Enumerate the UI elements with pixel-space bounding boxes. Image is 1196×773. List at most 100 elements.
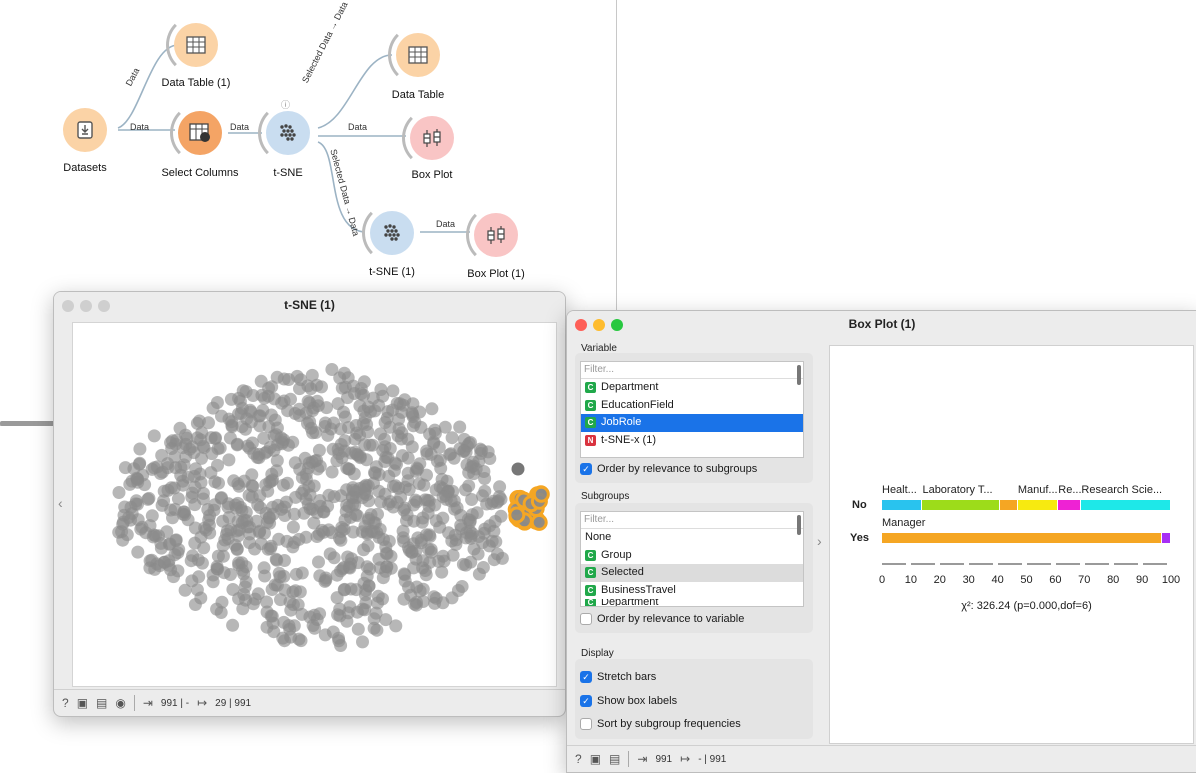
scatter-point[interactable]	[374, 383, 388, 396]
scatter-point[interactable]	[203, 509, 217, 523]
scatter-point[interactable]	[278, 554, 291, 567]
scrollbar[interactable]	[797, 515, 801, 535]
scatter-point[interactable]	[436, 549, 450, 563]
scatter-point[interactable]	[360, 453, 373, 467]
order-by-relevance-subgroups-checkbox[interactable]: ✓ Order by relevance to subgroups	[580, 463, 757, 475]
scatter-point[interactable]	[398, 393, 412, 407]
scatter-point[interactable]	[472, 567, 486, 581]
scatter-point[interactable]	[194, 530, 208, 544]
scatter-point[interactable]	[206, 401, 220, 415]
scatter-point[interactable]	[338, 410, 352, 424]
scatter-point[interactable]	[194, 591, 208, 605]
scatter-point[interactable]	[494, 509, 508, 523]
scatter-point[interactable]	[464, 555, 478, 569]
scatter-point[interactable]	[306, 502, 319, 516]
camera-icon[interactable]: ◉	[115, 696, 125, 710]
scatter-point[interactable]	[225, 420, 239, 434]
scatter-point[interactable]	[293, 585, 307, 599]
show-box-labels-checkbox[interactable]: ✓ Show box labels	[580, 695, 677, 707]
scatter-point[interactable]	[465, 493, 479, 506]
scatter-point[interactable]	[116, 533, 130, 547]
bar-segment[interactable]	[882, 533, 1162, 543]
subgroups-list[interactable]: Filter... None C Group C Selected C Busines…	[580, 511, 804, 607]
scatter-point[interactable]	[487, 524, 501, 538]
scatter-point[interactable]	[380, 560, 394, 574]
zoom-button[interactable]	[98, 300, 110, 312]
help-icon[interactable]: ?	[575, 752, 582, 766]
scatter-point[interactable]	[371, 596, 385, 610]
scatter-point[interactable]	[154, 541, 168, 555]
scatter-point[interactable]	[239, 593, 253, 607]
scatter-point[interactable]	[410, 580, 424, 594]
scatter-point[interactable]	[131, 545, 145, 559]
bar-segment[interactable]	[1162, 533, 1170, 543]
bar-segment[interactable]	[882, 500, 922, 510]
scatter-point[interactable]	[211, 458, 224, 472]
scatter-point[interactable]	[223, 431, 237, 445]
scatter-point[interactable]	[367, 516, 381, 530]
window-titlebar[interactable]: t-SNE (1)	[54, 292, 565, 318]
scatter-point[interactable]	[350, 509, 364, 523]
scatter-point[interactable]	[324, 422, 338, 436]
scatter-point[interactable]	[282, 619, 296, 633]
scatter-point[interactable]	[330, 591, 344, 605]
scatter-point[interactable]	[491, 547, 504, 561]
scatter-point[interactable]	[284, 392, 297, 406]
scatter-point[interactable]	[184, 554, 198, 568]
node-box-plot-1[interactable]	[466, 205, 526, 265]
scatter-point[interactable]	[192, 414, 206, 428]
scatter-point[interactable]	[179, 437, 193, 451]
scatter-point[interactable]	[262, 511, 276, 524]
scatter-point[interactable]	[252, 409, 266, 423]
variable-filter-input[interactable]: Filter...	[581, 362, 803, 379]
scatter-point[interactable]	[226, 618, 240, 632]
scatter-point[interactable]	[343, 600, 357, 614]
scatter-point[interactable]	[195, 556, 209, 570]
scatter-point[interactable]	[340, 461, 354, 475]
scatter-point[interactable]	[370, 623, 384, 637]
scatter-point[interactable]	[394, 432, 408, 446]
scatter-point[interactable]	[494, 492, 508, 506]
bar-segment[interactable]	[1017, 500, 1058, 510]
node-t-sne-1[interactable]	[362, 203, 422, 263]
scatter-point[interactable]	[245, 479, 259, 493]
scatter-point[interactable]	[376, 444, 390, 457]
scatter-point[interactable]	[318, 574, 332, 588]
variable-list[interactable]: Filter... C Department C EducationField CJ…	[580, 361, 804, 458]
scatter-point[interactable]	[445, 431, 459, 445]
scatter-point[interactable]	[317, 525, 331, 539]
scatter-point[interactable]	[331, 397, 345, 411]
minimize-button[interactable]	[593, 319, 605, 331]
canvas-scrollbar[interactable]	[0, 421, 60, 426]
window-titlebar[interactable]: Box Plot (1)	[567, 311, 1196, 337]
scatter-point[interactable]	[454, 522, 468, 536]
minimize-button[interactable]	[80, 300, 92, 312]
scatter-point[interactable]	[372, 399, 386, 412]
scatter-point[interactable]	[419, 568, 433, 582]
scatter-point[interactable]	[145, 509, 159, 523]
scatter-point[interactable]	[298, 451, 312, 465]
scatter-point[interactable]	[436, 511, 450, 525]
scatter-point[interactable]	[132, 457, 146, 471]
scatter-point[interactable]	[258, 569, 272, 583]
scatter-point[interactable]	[268, 578, 282, 592]
scatter-point[interactable]	[372, 530, 386, 544]
scatter-point[interactable]	[208, 475, 222, 489]
scatter-point[interactable]	[340, 614, 354, 628]
close-button[interactable]	[62, 300, 74, 312]
scatter-point[interactable]	[262, 420, 276, 434]
scatter-point[interactable]	[368, 466, 381, 480]
scatter-point[interactable]	[230, 524, 244, 538]
scatter-point[interactable]	[193, 467, 207, 481]
scatter-point[interactable]	[325, 465, 339, 479]
node-datasets[interactable]	[55, 100, 115, 160]
scatter-point[interactable]	[462, 479, 476, 493]
scatter-point[interactable]	[411, 462, 425, 476]
scatter-point[interactable]	[397, 592, 411, 606]
scatter-point[interactable]	[265, 609, 279, 623]
scatter-point[interactable]	[147, 461, 161, 475]
save-icon[interactable]: ▣	[590, 752, 601, 766]
stretch-bars-checkbox[interactable]: ✓ Stretch bars	[580, 671, 656, 683]
report-icon[interactable]: ▤	[96, 696, 107, 710]
scatter-point[interactable]	[165, 442, 179, 455]
